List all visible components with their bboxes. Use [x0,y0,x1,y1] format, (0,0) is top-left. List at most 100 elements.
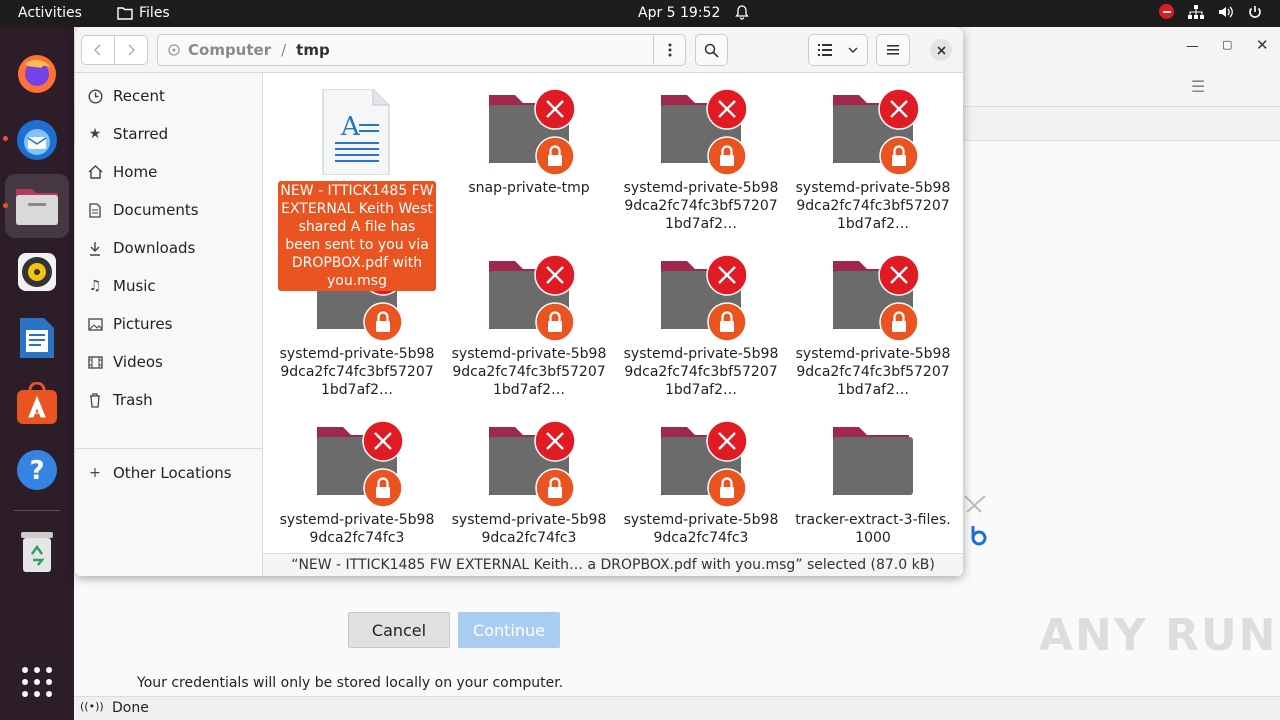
path-computer[interactable]: Computer [188,41,271,59]
close-icon [936,45,946,55]
scissors-icon [964,495,987,546]
sidebar-item-label: Trash [113,391,153,409]
sidebar-item-pictures[interactable]: Pictures [87,310,172,338]
lock-badge-icon [879,136,919,176]
svg-text:A: A [340,112,361,142]
file-name-label: NEW - ITTICK1485 FW EXTERNAL Keith West … [278,181,436,291]
continue-button[interactable]: Continue [458,612,560,648]
locked-folder-icon [311,420,404,508]
sidebar-item-trash[interactable]: Trash [87,386,153,414]
sidebar-item-label: Documents [113,201,199,219]
watermark-logo: ANY RUN [1039,610,1278,661]
sidebar-item-videos[interactable]: Videos [87,348,163,376]
trash-icon[interactable] [5,520,69,584]
folder-item[interactable]: systemd-private-5b989dca2fc74fc3 [273,420,441,547]
maximize-icon[interactable]: ▢ [1222,38,1232,51]
firefox-icon[interactable] [5,42,69,106]
activities-button[interactable]: Activities [18,5,82,21]
folder-item[interactable]: systemd-private-5b989dca2fc74fc3bf572071… [445,254,613,399]
error-badge-icon [534,254,576,296]
cancel-button[interactable]: Cancel [348,612,450,648]
folder-item[interactable]: systemd-private-5b989dca2fc74fc3bf572071… [617,88,785,233]
error-badge-icon [706,88,748,130]
folder-item[interactable]: snap-private-tmp [445,88,613,197]
sidebar-item-starred[interactable]: ★ Starred [87,120,168,148]
folder-item[interactable]: systemd-private-5b989dca2fc74fc3bf572071… [617,254,785,399]
app-menu[interactable]: Files [117,5,170,21]
folder-item[interactable]: systemd-private-5b989dca2fc74fc3 [617,420,785,547]
sidebar-item-music[interactable]: ♫ Music [87,272,156,300]
file-name-label: snap-private-tmp [468,180,590,196]
folder-item[interactable]: tracker-extract-3-files.1000 [789,421,957,547]
document-file-icon: A [311,88,403,176]
app-center-icon[interactable] [5,372,69,436]
file-item[interactable]: A NEW - ITTICK1485 FW EXTERNAL Keith West… [273,88,441,291]
credentials-note: Your credentials will only be stored loc… [137,675,564,691]
locked-folder-icon [483,420,576,508]
lock-badge-icon [879,302,919,342]
folder-item[interactable]: systemd-private-5b989dca2fc74fc3bf572071… [789,88,957,233]
app-name: Files [139,5,170,21]
file-name-label: systemd-private-5b989dca2fc74fc3 [279,512,435,546]
file-name-label: systemd-private-5b989dca2fc74fc3bf572071… [623,346,779,398]
chevron-left-icon [94,44,101,56]
plus-icon: + [89,465,101,481]
top-bar: Activities Files Apr 5 19:52 [0,0,1280,27]
file-name-label: systemd-private-5b989dca2fc74fc3bf572071… [795,346,951,398]
kebab-menu-icon [668,43,671,57]
video-icon [87,354,103,370]
selection-status: “NEW - ITTICK1485 FW EXTERNAL Keith… a D… [263,553,963,576]
hamburger-menu-icon[interactable]: ☰ [1191,77,1205,96]
volume-icon [1219,6,1233,17]
search-button[interactable] [695,34,728,66]
star-icon: ★ [88,126,102,142]
sidebar-item-other-locations[interactable]: + Other Locations [87,459,232,487]
help-icon[interactable]: ? [5,438,69,502]
sidebar-item-label: Recent [113,87,165,105]
main-menu-button[interactable] [876,34,910,66]
error-badge-icon [878,254,920,296]
running-indicator [3,203,8,208]
error-badge-icon [706,420,748,462]
sidebar-item-home[interactable]: Home [87,158,157,186]
locked-folder-icon [483,88,576,176]
chevron-right-icon [128,44,135,56]
network-icon [1188,4,1204,19]
view-toggle-button[interactable] [808,34,868,66]
folder-item[interactable]: systemd-private-5b989dca2fc74fc3 [445,420,613,547]
sidebar-item-label: Music [113,277,156,295]
forward-button[interactable] [114,35,148,65]
lock-badge-icon [535,136,575,176]
files-icon[interactable] [5,174,69,238]
locked-folder-icon [827,88,920,176]
clock[interactable]: Apr 5 19:52 [638,5,720,21]
error-badge-icon [534,420,576,462]
sidebar-item-recent[interactable]: Recent [87,82,165,110]
path-bar[interactable]: Computer / tmp [157,34,654,66]
download-icon [87,240,103,256]
folder-icon [827,421,919,507]
back-button[interactable] [81,35,115,65]
rhythmbox-icon[interactable] [5,240,69,304]
writer-icon[interactable] [5,306,69,370]
music-icon: ♫ [88,278,102,294]
dock: ? [0,27,74,720]
bell-icon[interactable] [735,5,749,24]
sidebar-item-label: Downloads [113,239,196,257]
dialog-close-button[interactable] [930,39,952,61]
file-name-label: systemd-private-5b989dca2fc74fc3 [623,512,779,546]
folder-item[interactable]: systemd-private-5b989dca2fc74fc3bf572071… [789,254,957,399]
thunderbird-icon[interactable] [5,108,69,172]
system-tray[interactable] [1159,4,1262,19]
path-current[interactable]: tmp [296,41,330,59]
lock-badge-icon [707,468,747,508]
locked-folder-icon [827,254,920,342]
close-icon[interactable]: ✕ [1256,36,1269,54]
show-apps-icon[interactable] [5,650,69,714]
sidebar-item-documents[interactable]: Documents [87,196,199,224]
status-text: Done [112,700,149,716]
running-indicator [3,136,8,141]
minimize-icon[interactable]: — [1186,39,1199,54]
sidebar-item-downloads[interactable]: Downloads [87,234,195,262]
path-menu-button[interactable] [653,34,686,66]
